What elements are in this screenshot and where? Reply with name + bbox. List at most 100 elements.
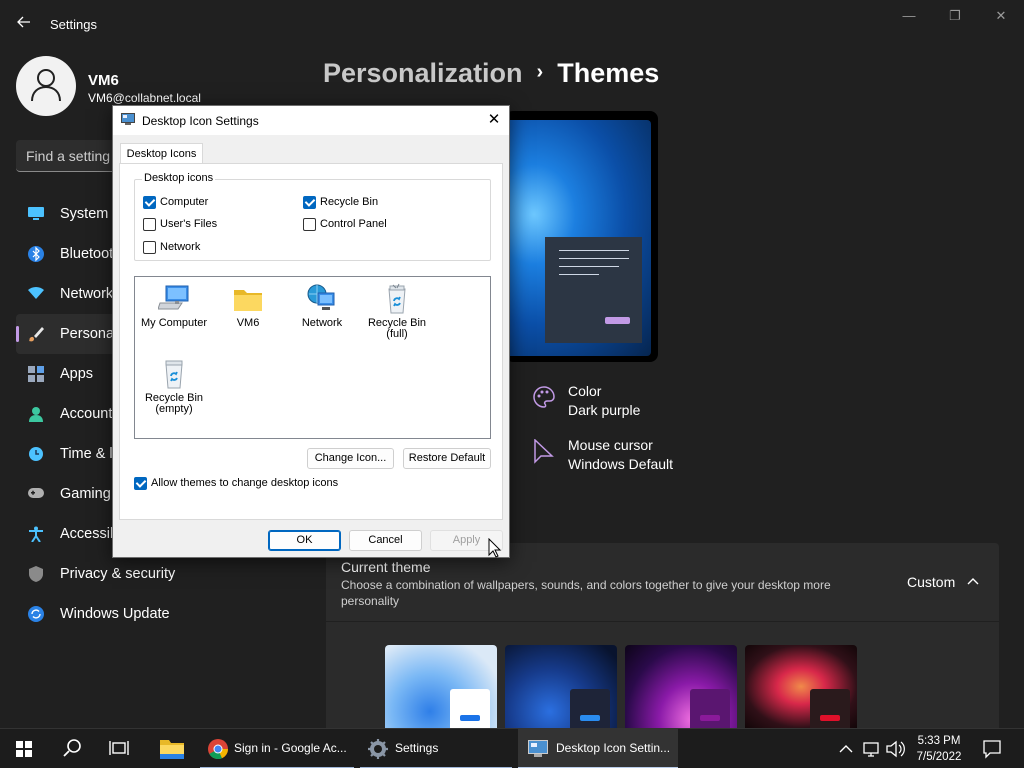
file-explorer-button[interactable] xyxy=(148,729,196,768)
dialog-title: Desktop Icon Settings xyxy=(142,114,259,128)
restore-default-button[interactable]: Restore Default xyxy=(403,448,491,469)
apps-icon xyxy=(28,366,44,382)
list-item-recycle-bin-empty[interactable]: Recycle Bin (empty) xyxy=(136,355,212,425)
theme-thumbnail-windows-light[interactable] xyxy=(385,645,497,728)
tab-desktop-icons[interactable]: Desktop Icons xyxy=(120,143,203,164)
dialog-titlebar: Desktop Icon Settings ✕ xyxy=(113,106,509,135)
checkbox-box[interactable] xyxy=(303,218,316,231)
folder-icon xyxy=(232,283,264,315)
cursor-value: Windows Default xyxy=(568,456,674,472)
settings-titlebar: Settings — ❐ ✕ xyxy=(0,0,1024,48)
list-item-network[interactable]: Network xyxy=(284,280,360,350)
recycle-bin-empty-icon xyxy=(158,358,190,390)
checkbox-label: User's Files xyxy=(160,218,218,230)
checkbox-label: Computer xyxy=(160,196,209,208)
app-title: Settings xyxy=(50,17,97,32)
volume-icon[interactable] xyxy=(884,729,906,768)
computer-icon xyxy=(157,283,190,315)
sidebar-item-label: Apps xyxy=(60,366,94,382)
color-title: Color xyxy=(568,383,602,399)
desktop-icon-settings-icon xyxy=(528,740,548,763)
chevron-up-icon[interactable] xyxy=(967,573,979,588)
taskbar-app-label: Desktop Icon Settin... xyxy=(556,741,671,755)
clock-globe-icon xyxy=(28,446,44,462)
minimize-button[interactable]: — xyxy=(886,6,932,26)
mouse-pointer-icon xyxy=(488,537,502,558)
chrome-icon xyxy=(208,739,229,764)
task-view-button[interactable] xyxy=(96,729,144,768)
back-arrow-icon[interactable] xyxy=(14,14,34,34)
desktop-icon-settings-icon xyxy=(121,113,135,126)
taskbar-app-label: Sign in - Google Ac... xyxy=(234,741,347,755)
checkbox-box[interactable] xyxy=(143,196,156,209)
settings-gear-icon xyxy=(368,739,388,764)
list-item-my-computer[interactable]: My Computer xyxy=(136,280,212,350)
sidebar-item-label: Accounts xyxy=(60,406,120,422)
network-status-icon[interactable] xyxy=(860,729,884,768)
person-icon xyxy=(28,406,44,422)
sidebar-item-privacy-security[interactable]: Privacy & security xyxy=(16,554,316,594)
gamepad-icon xyxy=(28,486,44,502)
icon-label: Recycle Bin (full) xyxy=(367,317,427,340)
sidebar-item-label: Privacy & security xyxy=(60,566,176,582)
theme-thumbnail-captured-motion[interactable] xyxy=(745,645,857,728)
icon-label: Network xyxy=(301,317,343,329)
checkbox-label: Control Panel xyxy=(320,218,387,230)
start-button[interactable] xyxy=(0,729,48,768)
checkbox-box[interactable] xyxy=(143,218,156,231)
desktop-icons-group: Desktop icons Computer Recycle Bin User'… xyxy=(134,172,491,261)
sidebar-item-windows-update[interactable]: Windows Update xyxy=(16,594,316,634)
desktop-icon-list[interactable]: My Computer VM6 Network Recycle Bin (ful… xyxy=(134,276,491,439)
breadcrumb-parent[interactable]: Personalization xyxy=(323,58,523,88)
search-button[interactable] xyxy=(48,729,96,768)
sidebar-item-label: Gaming xyxy=(60,486,111,502)
checkbox-label: Network xyxy=(160,241,201,253)
recycle-bin-full-icon xyxy=(381,283,413,315)
wifi-icon xyxy=(28,286,44,302)
sidebar-item-label: Windows Update xyxy=(60,606,170,622)
theme-thumbnail-windows-dark[interactable] xyxy=(505,645,617,728)
cursor-title: Mouse cursor xyxy=(568,437,653,453)
user-email: VM6@collabnet.local xyxy=(88,91,201,105)
preview-window xyxy=(545,237,642,343)
color-value: Dark purple xyxy=(568,402,641,418)
theme-preview xyxy=(505,111,658,362)
chevron-up-icon[interactable] xyxy=(836,729,856,768)
taskbar-clock[interactable]: 5:33 PM 7/5/2022 xyxy=(905,733,973,765)
change-icon-button[interactable]: Change Icon... xyxy=(307,448,394,469)
taskbar-app-desktop-icon-settings[interactable]: Desktop Icon Settin... xyxy=(518,729,678,768)
checkbox-label: Allow themes to change desktop icons xyxy=(151,477,339,489)
bluetooth-icon xyxy=(28,246,44,262)
checkbox-box[interactable] xyxy=(303,196,316,209)
dialog-close-button[interactable]: ✕ xyxy=(481,109,507,131)
maximize-button[interactable]: ❐ xyxy=(932,6,978,26)
dialog-tab-panel: Desktop icons Computer Recycle Bin User'… xyxy=(119,163,503,520)
taskbar-app-chrome[interactable]: Sign in - Google Ac... xyxy=(200,729,354,768)
brush-icon xyxy=(28,326,44,342)
shield-icon xyxy=(28,566,44,582)
user-name: VM6 xyxy=(88,72,119,89)
list-item-recycle-bin-full[interactable]: Recycle Bin (full) xyxy=(359,280,435,350)
current-theme-title: Current theme xyxy=(341,559,431,575)
breadcrumb-separator: › xyxy=(536,61,544,83)
clock-time: 5:33 PM xyxy=(917,735,961,747)
taskbar-app-settings[interactable]: Settings xyxy=(360,729,512,768)
group-label: Desktop icons xyxy=(142,172,216,184)
checkbox-box[interactable] xyxy=(134,477,147,490)
close-button[interactable]: ✕ xyxy=(978,6,1024,26)
checkbox-label: Recycle Bin xyxy=(320,196,379,208)
current-theme-description: Choose a combination of wallpapers, soun… xyxy=(341,578,831,608)
cancel-button[interactable]: Cancel xyxy=(349,530,422,551)
notification-icon[interactable] xyxy=(976,729,1024,768)
ok-button[interactable]: OK xyxy=(268,530,341,551)
breadcrumb: Personalization › Themes xyxy=(323,58,659,89)
palette-icon xyxy=(532,385,556,409)
theme-gallery xyxy=(326,622,999,728)
list-item-vm6[interactable]: VM6 xyxy=(210,280,286,350)
sidebar-item-label: System xyxy=(60,206,109,222)
checkbox-box[interactable] xyxy=(143,241,156,254)
taskbar-app-label: Settings xyxy=(395,741,439,755)
cursor-icon xyxy=(532,438,556,464)
icon-label: My Computer xyxy=(140,317,208,329)
theme-thumbnail-glow[interactable] xyxy=(625,645,737,728)
